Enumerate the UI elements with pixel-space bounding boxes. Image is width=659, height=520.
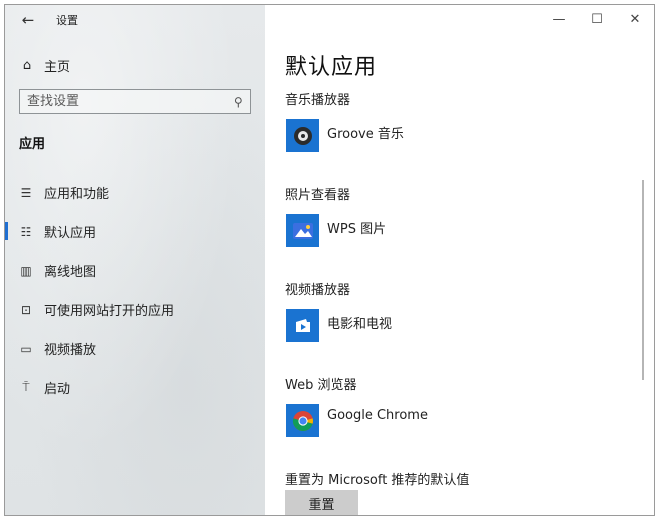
minimize-button[interactable]: — bbox=[547, 10, 571, 28]
sidebar-item-video-playback[interactable]: ▭ 视频播放 bbox=[5, 329, 265, 368]
sidebar-item-label: 应用和功能 bbox=[44, 187, 110, 202]
app-name: Groove 音乐 bbox=[327, 127, 404, 142]
web-browser-label: Web 浏览器 bbox=[285, 378, 357, 393]
apps-features-icon: ☰ bbox=[20, 185, 32, 200]
movies-tv-icon bbox=[286, 309, 319, 342]
sidebar-item-default-apps[interactable]: ☷ 默认应用 bbox=[5, 212, 265, 251]
google-chrome-icon bbox=[286, 404, 319, 437]
settings-window: ← 设置 ⌂ 主页 ⚲ 应用 ☰ 应用和功能 ☷ 默认应用 ▥ 离线地图 bbox=[4, 4, 655, 516]
sidebar-item-label: 可使用网站打开的应用 bbox=[44, 304, 175, 319]
main-content: — ☐ ✕ 默认应用 音乐播放器 Groove 音乐 照片查看器 WPS 图片 … bbox=[265, 5, 654, 515]
search-box[interactable]: ⚲ bbox=[19, 89, 251, 114]
apps-for-websites-icon: ⊡ bbox=[20, 302, 32, 317]
startup-icon: ⍑ bbox=[22, 380, 30, 394]
photo-viewer-app-button[interactable]: WPS 图片 bbox=[286, 214, 386, 247]
sidebar-item-offline-maps[interactable]: ▥ 离线地图 bbox=[5, 251, 265, 290]
search-input[interactable] bbox=[27, 94, 207, 109]
sidebar-item-label: 离线地图 bbox=[44, 265, 97, 280]
video-playback-icon: ▭ bbox=[20, 341, 32, 356]
back-arrow-icon[interactable]: ← bbox=[17, 9, 39, 31]
page-title: 默认应用 bbox=[285, 55, 378, 80]
home-icon: ⌂ bbox=[22, 57, 32, 73]
groove-music-icon bbox=[286, 119, 319, 152]
music-player-app-button[interactable]: Groove 音乐 bbox=[286, 119, 404, 152]
sidebar-item-apps-features[interactable]: ☰ 应用和功能 bbox=[5, 173, 265, 212]
offline-maps-icon: ▥ bbox=[20, 263, 32, 278]
sidebar-item-apps-for-websites[interactable]: ⊡ 可使用网站打开的应用 bbox=[5, 290, 265, 329]
app-name: 电影和电视 bbox=[327, 317, 393, 332]
sidebar-nav: ☰ 应用和功能 ☷ 默认应用 ▥ 离线地图 ⊡ 可使用网站打开的应用 ▭ 视频播… bbox=[5, 173, 265, 407]
music-player-label: 音乐播放器 bbox=[285, 93, 351, 108]
sidebar: ← 设置 ⌂ 主页 ⚲ 应用 ☰ 应用和功能 ☷ 默认应用 ▥ 离线地图 bbox=[5, 5, 265, 515]
app-name: Google Chrome bbox=[327, 408, 428, 423]
photo-viewer-label: 照片查看器 bbox=[285, 188, 351, 203]
web-browser-app-button[interactable]: Google Chrome bbox=[286, 404, 428, 437]
sidebar-item-label: 启动 bbox=[44, 382, 71, 397]
video-player-app-button[interactable]: 电影和电视 bbox=[286, 309, 392, 342]
default-apps-icon: ☷ bbox=[20, 224, 32, 239]
window-title: 设置 bbox=[56, 14, 78, 27]
app-name: WPS 图片 bbox=[327, 222, 387, 237]
scrollbar[interactable] bbox=[642, 180, 644, 380]
sidebar-item-home[interactable]: ⌂ 主页 bbox=[19, 55, 70, 75]
reset-button[interactable]: 重置 bbox=[285, 490, 358, 515]
sidebar-item-label: 主页 bbox=[44, 59, 71, 75]
maximize-button[interactable]: ☐ bbox=[585, 10, 609, 28]
close-button[interactable]: ✕ bbox=[623, 10, 647, 28]
reset-label: 重置为 Microsoft 推荐的默认值 bbox=[285, 473, 470, 488]
sidebar-item-label: 视频播放 bbox=[44, 343, 97, 358]
section-title: 应用 bbox=[19, 137, 46, 152]
sidebar-item-label: 默认应用 bbox=[44, 226, 97, 241]
video-player-label: 视频播放器 bbox=[285, 283, 351, 298]
search-icon[interactable]: ⚲ bbox=[234, 95, 243, 109]
wps-picture-icon bbox=[286, 214, 319, 247]
sidebar-item-startup[interactable]: ⍑ 启动 bbox=[5, 368, 265, 407]
